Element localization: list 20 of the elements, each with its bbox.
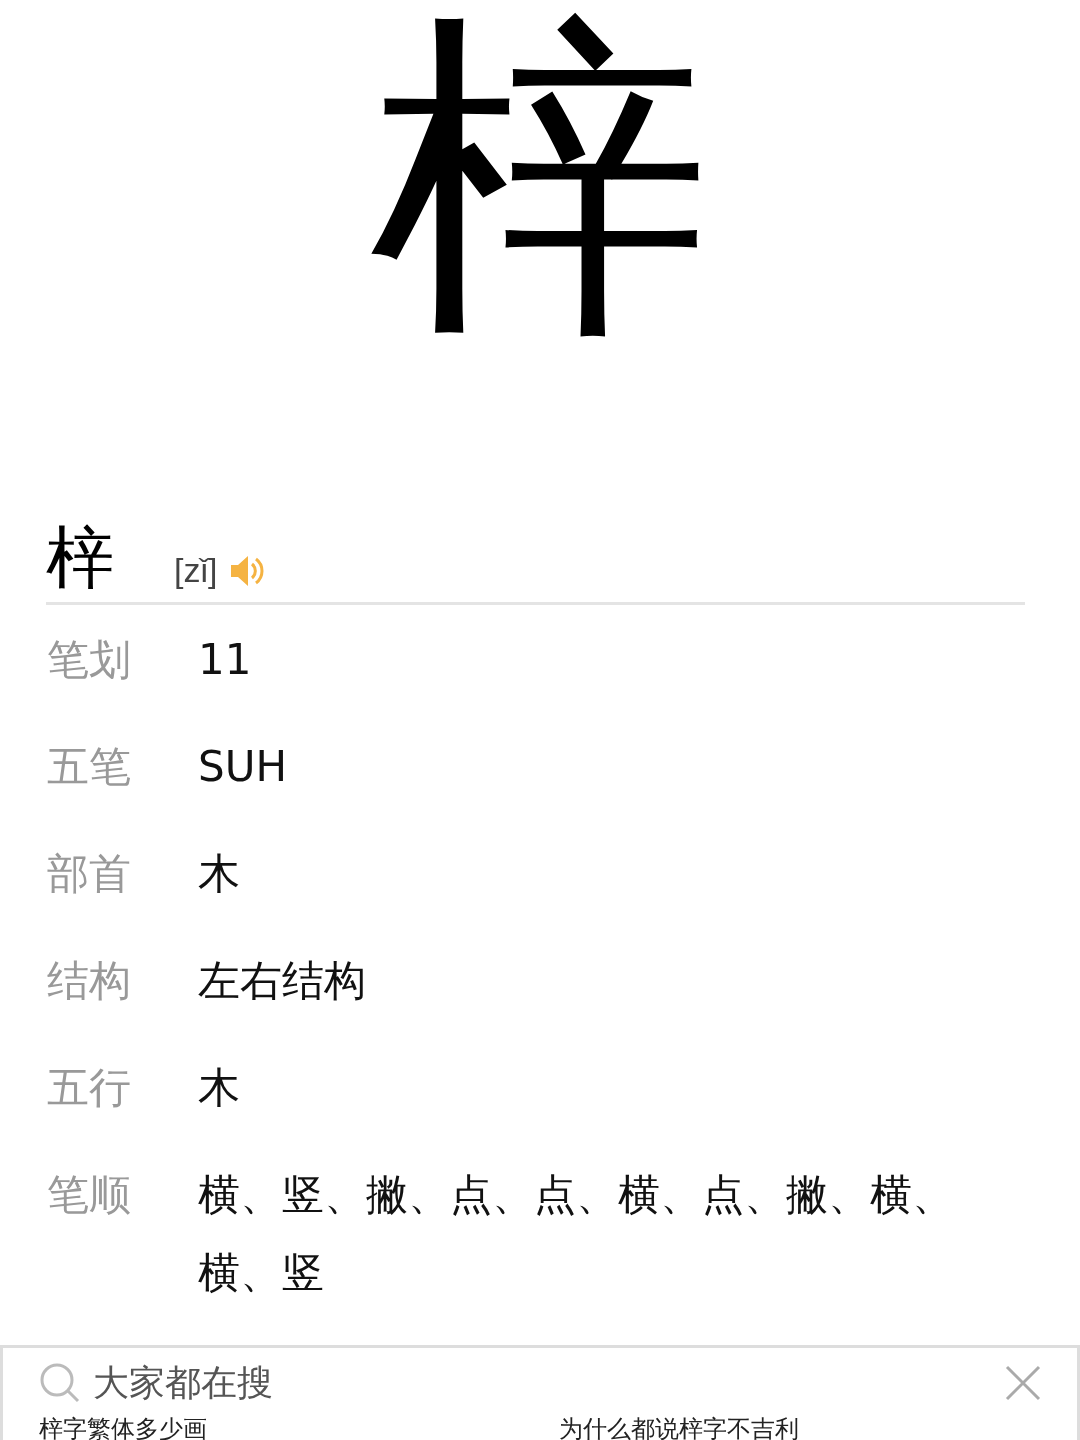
detail-label: 笔划 [47,634,132,686]
detail-label: 五笔 [47,741,132,793]
search-icon [39,1362,81,1404]
detail-label: 笔顺 [47,1169,132,1221]
detail-value: SUH [198,741,288,793]
character-title: 梓 [46,524,114,592]
hero-character: 梓 [370,0,710,357]
panel-title: 大家都在搜 [93,1360,274,1405]
search-suggestion[interactable]: 梓字繁体多少画 [39,1418,559,1440]
detail-label: 五行 [47,1062,132,1114]
detail-label: 结构 [47,955,132,1007]
detail-value: 11 [198,634,253,686]
detail-value: 左右结构 [198,955,367,1007]
detail-value: 木 [198,848,241,900]
pinyin: [zǐ] [174,551,218,590]
detail-value: 木 [198,1062,241,1114]
detail-label: 部首 [47,848,132,900]
detail-value: 横、竖、撇、点、点、横、点、撇、横、横、竖 [198,1169,955,1299]
close-icon[interactable] [1005,1365,1041,1401]
search-suggestion[interactable]: 为什么都说梓字不吉利 [559,1418,1041,1440]
